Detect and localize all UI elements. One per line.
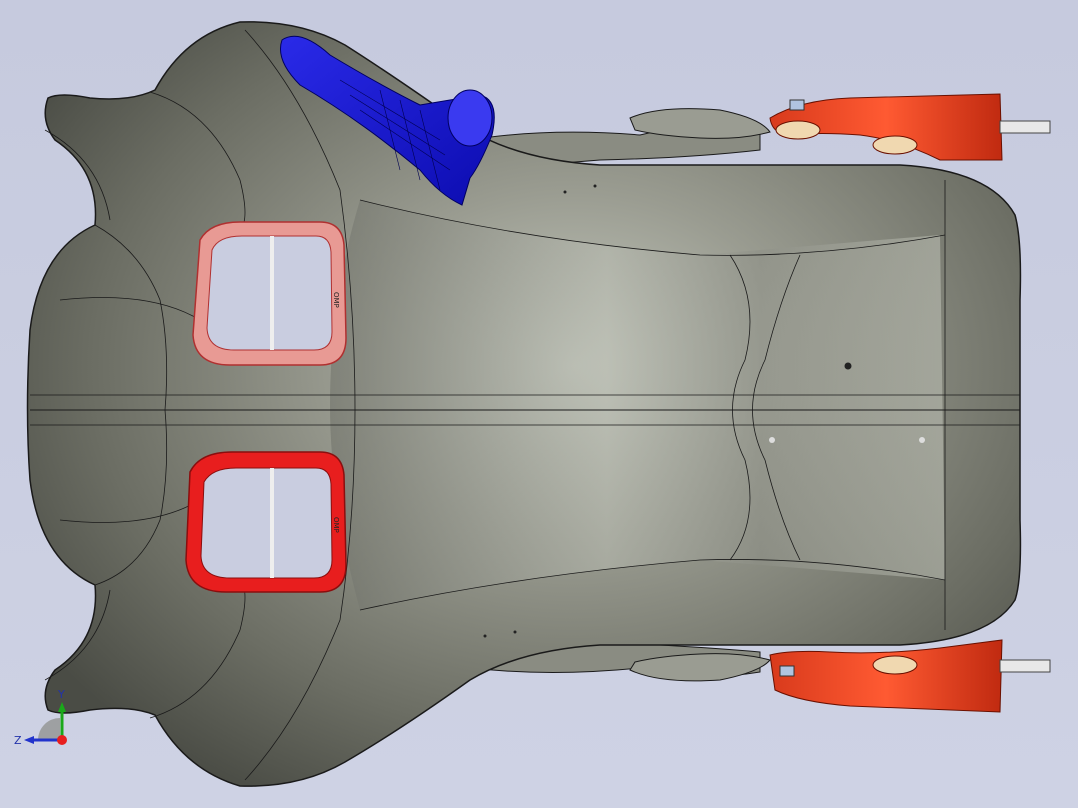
lower-harness-slot[interactable]	[185, 451, 347, 593]
omp-label-lower: OMP	[332, 517, 340, 533]
seat-pan	[330, 200, 945, 610]
z-axis-label: Z	[14, 734, 22, 747]
axis-triad: Y Z	[14, 688, 67, 747]
lower-mount-bracket[interactable]	[769, 639, 1051, 713]
upper-mount-bracket[interactable]	[769, 93, 1051, 161]
omp-label-upper: OMP	[332, 292, 340, 308]
seat-model[interactable]: OMP OMP	[0, 0, 1078, 808]
y-axis-label: Y	[57, 688, 65, 701]
cad-viewport[interactable]: OMP OMP Y Z	[0, 0, 1078, 808]
upper-harness-slot[interactable]	[192, 221, 347, 366]
triad-arc	[38, 718, 60, 740]
